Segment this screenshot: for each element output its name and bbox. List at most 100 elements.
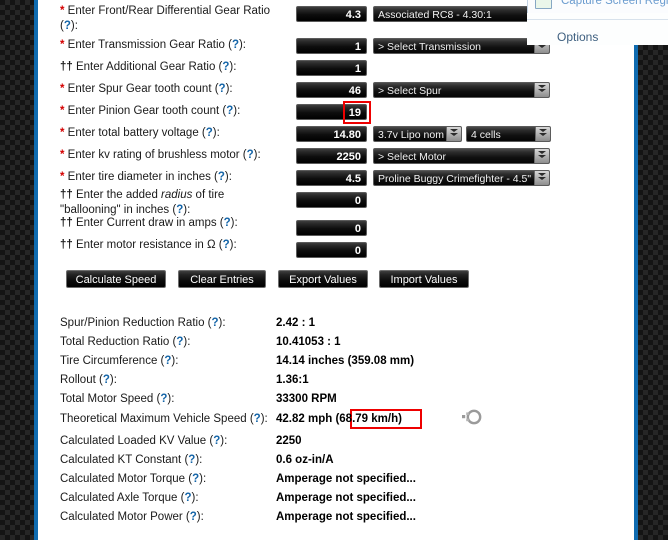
numeric-input[interactable]: 0 <box>296 242 367 258</box>
result-label: Rollout (?): <box>60 374 117 386</box>
preset-select-value: Proline Buggy Crimefighter - 4.5" <box>378 173 532 185</box>
result-value: 2.42 : 1 <box>276 317 315 329</box>
required-marker: * <box>60 149 65 161</box>
import-values-button[interactable]: Import Values <box>379 270 469 288</box>
preset-select[interactable]: > Select Transmission <box>373 38 550 54</box>
result-label: Calculated Axle Torque (?): <box>60 492 199 504</box>
numeric-input[interactable]: 4.3 <box>296 6 367 22</box>
result-row: Calculated Loaded KV Value (?): 2250 <box>38 434 634 453</box>
result-label: Calculated KT Constant (?): <box>60 454 203 466</box>
popup-divider <box>527 19 668 20</box>
preset-select[interactable]: > Select Motor <box>373 148 550 164</box>
preset-select-value: > Select Spur <box>378 85 442 97</box>
cell-count-select[interactable]: 4 cells <box>466 126 551 142</box>
required-marker: * <box>60 171 65 183</box>
chevron-down-icon[interactable] <box>535 127 550 141</box>
result-value: 42.82 mph (68.79 km/h) <box>276 413 402 425</box>
numeric-input[interactable]: 14.80 <box>296 126 367 142</box>
export-values-button[interactable]: Export Values <box>278 270 368 288</box>
form-row-label: †† Enter motor resistance in Ω (?): <box>60 239 237 251</box>
result-label: Calculated Motor Power (?): <box>60 511 204 523</box>
result-label: Calculated Motor Torque (?): <box>60 473 207 485</box>
result-label: Theoretical Maximum Vehicle Speed (?): <box>60 413 268 425</box>
numeric-input[interactable]: 2250 <box>296 148 367 164</box>
cell-count-value: 4 cells <box>471 129 501 141</box>
chevron-down-icon[interactable] <box>534 149 549 163</box>
menu-item-capture-screen-region[interactable]: Capture Screen Region <box>528 0 668 13</box>
preset-select[interactable]: Associated RC8 - 4.30:1 <box>373 6 550 22</box>
result-row: Theoretical Maximum Vehicle Speed (?): 42… <box>38 409 634 431</box>
result-row: Total Reduction Ratio (?): 10.41053 : 1 <box>38 335 634 354</box>
required-marker: †† <box>60 189 73 201</box>
result-value: Amperage not specified... <box>276 492 416 504</box>
required-marker: †† <box>60 217 73 229</box>
required-marker: * <box>60 39 65 51</box>
required-marker: * <box>60 105 65 117</box>
result-row: Calculated Motor Torque (?): Amperage not… <box>38 472 634 491</box>
form-row-label: * Enter Front/Rear Differential Gear Rat… <box>60 5 271 32</box>
form-row-label: †† Enter Additional Gear Ratio (?): <box>60 61 237 73</box>
numeric-input[interactable]: 0 <box>296 192 367 208</box>
form-row-label: †† Enter Current draw in amps (?): <box>60 217 238 229</box>
result-label: Total Motor Speed (?): <box>60 393 175 405</box>
browser-page: * Enter Front/Rear Differential Gear Rat… <box>0 0 668 540</box>
clear-entries-button[interactable]: Clear Entries <box>178 270 266 288</box>
menu-item-capture-label: Capture Screen Region <box>561 0 668 7</box>
required-marker: * <box>60 83 65 95</box>
result-row: Calculated KT Constant (?): 0.6 oz-in/A <box>38 453 634 472</box>
preset-select[interactable]: 3.7v Lipo nom <box>373 126 462 142</box>
capture-region-icon <box>535 0 552 9</box>
required-marker: * <box>60 5 65 17</box>
required-marker: †† <box>60 239 73 251</box>
preset-select-value: 3.7v Lipo nom <box>378 129 444 141</box>
result-label: Spur/Pinion Reduction Ratio (?): <box>60 317 226 329</box>
form-row-label: * Enter total battery voltage (?): <box>60 127 220 139</box>
chevron-down-icon[interactable] <box>446 127 461 141</box>
result-value: 10.41053 : 1 <box>276 336 341 348</box>
capture-popup-menu[interactable]: Capture Screen Region <box>527 0 668 13</box>
result-label: Total Reduction Ratio (?): <box>60 336 191 348</box>
numeric-input[interactable]: 4.5 <box>296 170 367 186</box>
result-row: Calculated Axle Torque (?): Amperage not … <box>38 491 634 510</box>
numeric-input[interactable]: 1 <box>296 60 367 76</box>
preset-select-value: > Select Motor <box>378 151 446 163</box>
form-row-label: * Enter Transmission Gear Ratio (?): <box>60 39 246 51</box>
result-value: 0.6 oz-in/A <box>276 454 334 466</box>
form-row-label: * Enter Spur Gear tooth count (?): <box>60 83 233 95</box>
calculator-content: * Enter Front/Rear Differential Gear Rat… <box>38 0 634 540</box>
result-row: Calculated Motor Power (?): Amperage not … <box>38 510 634 529</box>
form-row-label: * Enter Pinion Gear tooth count (?): <box>60 105 241 117</box>
result-row: Spur/Pinion Reduction Ratio (?): 2.42 : 1 <box>38 316 634 335</box>
result-value-highlighted: (68.79 km/h) <box>335 413 402 425</box>
result-value: 33300 RPM <box>276 393 337 405</box>
result-row: Tire Circumference (?): 14.14 inches (359… <box>38 354 634 373</box>
result-value: 14.14 inches (359.08 mm) <box>276 355 415 367</box>
required-marker: †† <box>60 61 73 73</box>
required-marker: * <box>60 127 65 139</box>
result-row: Rollout (?): 1.36:1 <box>38 373 634 392</box>
result-row: Total Motor Speed (?): 33300 RPM <box>38 392 634 411</box>
result-value: 1.36:1 <box>276 374 309 386</box>
result-value: Amperage not specified... <box>276 473 416 485</box>
form-row-label: * Enter tire diameter in inches (?): <box>60 171 232 183</box>
loading-spinner-icon <box>459 406 485 428</box>
preset-select[interactable]: > Select Spur <box>373 82 550 98</box>
numeric-input[interactable]: 1 <box>296 38 367 54</box>
result-value: 2250 <box>276 435 302 447</box>
form-row-label: †† Enter the added radius of tire "balloo… <box>60 189 225 216</box>
numeric-input[interactable]: 0 <box>296 220 367 236</box>
numeric-input[interactable]: 46 <box>296 82 367 98</box>
result-label: Calculated Loaded KV Value (?): <box>60 435 228 447</box>
preset-select-value: Associated RC8 - 4.30:1 <box>378 9 492 21</box>
preset-select[interactable]: Proline Buggy Crimefighter - 4.5" <box>373 170 550 186</box>
chevron-down-icon[interactable] <box>534 171 549 185</box>
numeric-input[interactable]: 19 <box>296 104 367 120</box>
right-checkered-border <box>638 0 668 540</box>
chevron-down-icon[interactable] <box>534 83 549 97</box>
menu-item-options[interactable]: Options <box>557 30 598 44</box>
left-checkered-border <box>0 0 34 540</box>
preset-select-value: > Select Transmission <box>378 41 482 53</box>
right-blue-rule <box>634 0 638 540</box>
form-row-label: * Enter kv rating of brushless motor (?)… <box>60 149 261 161</box>
calculate-speed-button[interactable]: Calculate Speed <box>66 270 166 288</box>
